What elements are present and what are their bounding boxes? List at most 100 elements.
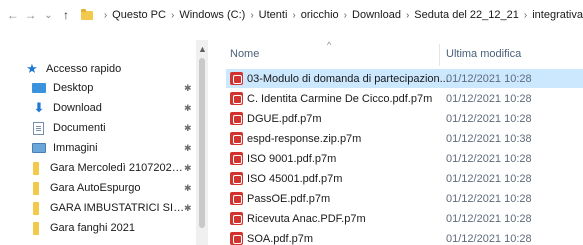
nav-item-label: Desktop	[53, 82, 94, 94]
signed-pdf-file-icon	[230, 172, 243, 185]
pin-icon: ✱	[184, 82, 192, 93]
folder-icon	[80, 8, 93, 20]
chevron-right-icon[interactable]: ›	[250, 10, 253, 21]
breadcrumb-item[interactable]: oricchio	[301, 9, 339, 21]
nav-item-gara-fanghi[interactable]: Gara fanghi 2021	[0, 218, 206, 238]
sort-ascending-icon: ^	[327, 40, 332, 50]
folder-icon	[33, 181, 39, 195]
breadcrumb-item[interactable]: Windows (C:)	[179, 9, 245, 21]
breadcrumb-item[interactable]: Download	[352, 9, 401, 21]
documents-icon	[33, 121, 44, 135]
up-arrow-icon[interactable]: ↑	[57, 4, 75, 26]
nav-item-gara-imbustatrici[interactable]: GARA IMBUSTATRICI SINERGIA ✱	[0, 198, 206, 218]
file-list: Nome ^ Ultima modifica 03-Modulo di doma…	[212, 40, 583, 245]
desktop-icon	[32, 83, 46, 93]
nav-item-label: Download	[53, 102, 102, 114]
recent-locations-chevron-icon[interactable]: ⌄	[39, 4, 57, 26]
file-row[interactable]: C. Identita Carmine De Cicco.pdf.p7m 01/…	[226, 89, 583, 108]
pin-icon: ✱	[184, 162, 192, 173]
folder-icon	[33, 221, 39, 235]
file-row[interactable]: Ricevuta Anac.PDF.p7m 01/12/2021 10:28	[226, 209, 583, 228]
scroll-up-icon[interactable]: ▲	[198, 44, 207, 54]
scrollbar-thumb[interactable]	[199, 58, 205, 228]
nav-item-immagini[interactable]: Immagini ✱	[0, 138, 206, 158]
signed-pdf-file-icon	[230, 132, 243, 145]
signed-pdf-file-icon	[230, 232, 243, 245]
pin-icon: ✱	[184, 182, 192, 193]
breadcrumb-item[interactable]: integrativa	[532, 9, 583, 21]
file-modified-date: 01/12/2021 10:28	[446, 92, 532, 105]
file-row[interactable]: 03-Modulo di domanda di partecipazion...…	[226, 69, 583, 88]
pin-icon: ✱	[184, 202, 192, 213]
signed-pdf-file-icon	[230, 192, 243, 205]
navigation-pane: ★ Accesso rapido Desktop ✱ ⬇ Download ✱ …	[0, 44, 206, 245]
pin-icon: ✱	[184, 102, 192, 113]
file-modified-date: 01/12/2021 10:28	[446, 192, 532, 205]
column-divider[interactable]	[439, 44, 440, 66]
nav-item-label: Gara fanghi 2021	[50, 222, 136, 234]
column-header-name[interactable]: Nome	[230, 40, 259, 68]
chevron-right-icon[interactable]: ›	[406, 10, 409, 21]
nav-item-gara-mercoledi[interactable]: Gara Mercoledì 21072021-877; ✱	[0, 158, 206, 178]
file-modified-date: 01/12/2021 10:28	[446, 152, 532, 165]
chevron-right-icon[interactable]: ›	[524, 10, 527, 21]
file-modified-date: 01/12/2021 10:28	[446, 232, 532, 245]
signed-pdf-file-icon	[230, 212, 243, 225]
address-bar: ← → ⌄ ↑ › Questo PC › Windows (C:) › Ute…	[0, 0, 583, 30]
nav-item-desktop[interactable]: Desktop ✱	[0, 78, 206, 98]
breadcrumb-item[interactable]: Seduta del 22_12_21	[414, 9, 519, 21]
chevron-right-icon[interactable]: ›	[171, 10, 174, 21]
file-name: 03-Modulo di domanda di partecipazion...	[247, 72, 449, 85]
file-row[interactable]: ISO 45001.pdf.p7m 01/12/2021 10:28	[226, 169, 583, 188]
pin-icon: ✱	[184, 142, 192, 153]
file-name: Ricevuta Anac.PDF.p7m	[247, 212, 366, 225]
nav-item-download[interactable]: ⬇ Download ✱	[0, 98, 206, 118]
file-name: C. Identita Carmine De Cicco.pdf.p7m	[247, 92, 433, 105]
file-name: ISO 45001.pdf.p7m	[247, 172, 343, 185]
file-modified-date: 01/12/2021 10:38	[446, 132, 532, 145]
file-name: espd-response.zip.p7m	[247, 132, 362, 145]
nav-item-label: Documenti	[53, 122, 106, 134]
column-header-modified[interactable]: Ultima modifica	[446, 40, 521, 68]
nav-item-label: GARA IMBUSTATRICI SINERGIA	[50, 202, 188, 214]
signed-pdf-file-icon	[230, 92, 243, 105]
images-icon	[32, 143, 46, 153]
file-row[interactable]: DGUE.pdf.p7m 01/12/2021 10:28	[226, 109, 583, 128]
signed-pdf-file-icon	[230, 72, 243, 85]
folder-icon	[33, 201, 39, 215]
nav-item-documenti[interactable]: Documenti ✱	[0, 118, 206, 138]
file-name: PassOE.pdf.p7m	[247, 192, 331, 205]
file-name: SOA.pdf.p7m	[247, 232, 314, 245]
file-row[interactable]: espd-response.zip.p7m 01/12/2021 10:38	[226, 129, 583, 148]
nav-item-label: Gara Mercoledì 21072021-877;	[50, 162, 188, 174]
file-modified-date: 01/12/2021 10:28	[446, 72, 532, 85]
file-name: DGUE.pdf.p7m	[247, 112, 322, 125]
chevron-right-icon[interactable]: ›	[292, 10, 295, 21]
nav-pane-scrollbar[interactable]: ▲	[196, 40, 208, 245]
breadcrumb-item[interactable]: Utenti	[259, 9, 288, 21]
file-name: ISO 9001.pdf.p7m	[247, 152, 337, 165]
file-modified-date: 01/12/2021 10:28	[446, 112, 532, 125]
file-row[interactable]: ISO 9001.pdf.p7m 01/12/2021 10:28	[226, 149, 583, 168]
file-modified-date: 01/12/2021 10:28	[446, 212, 532, 225]
forward-arrow-icon[interactable]: →	[22, 4, 40, 26]
file-row[interactable]: SOA.pdf.p7m 01/12/2021 10:28	[226, 229, 583, 245]
nav-item-gara-autoespurgo[interactable]: Gara AutoEspurgo ✱	[0, 178, 206, 198]
nav-item-quick-access[interactable]: ★ Accesso rapido	[0, 59, 206, 79]
file-modified-date: 01/12/2021 10:28	[446, 172, 532, 185]
nav-item-label: Immagini	[53, 142, 98, 154]
breadcrumb-item[interactable]: Questo PC	[112, 9, 166, 21]
signed-pdf-file-icon	[230, 152, 243, 165]
chevron-right-icon[interactable]: ›	[344, 10, 347, 21]
back-arrow-icon[interactable]: ←	[4, 4, 22, 26]
chevron-right-icon[interactable]: ›	[104, 10, 107, 21]
pin-icon: ✱	[184, 122, 192, 133]
file-row[interactable]: PassOE.pdf.p7m 01/12/2021 10:28	[226, 189, 583, 208]
folder-icon	[33, 161, 39, 175]
breadcrumb[interactable]: › Questo PC › Windows (C:) › Utenti › or…	[80, 8, 583, 21]
signed-pdf-file-icon	[230, 112, 243, 125]
star-icon: ★	[26, 61, 38, 76]
nav-item-label: Gara AutoEspurgo	[50, 182, 141, 194]
download-icon: ⬇	[33, 100, 45, 115]
nav-item-label: Accesso rapido	[46, 63, 122, 75]
